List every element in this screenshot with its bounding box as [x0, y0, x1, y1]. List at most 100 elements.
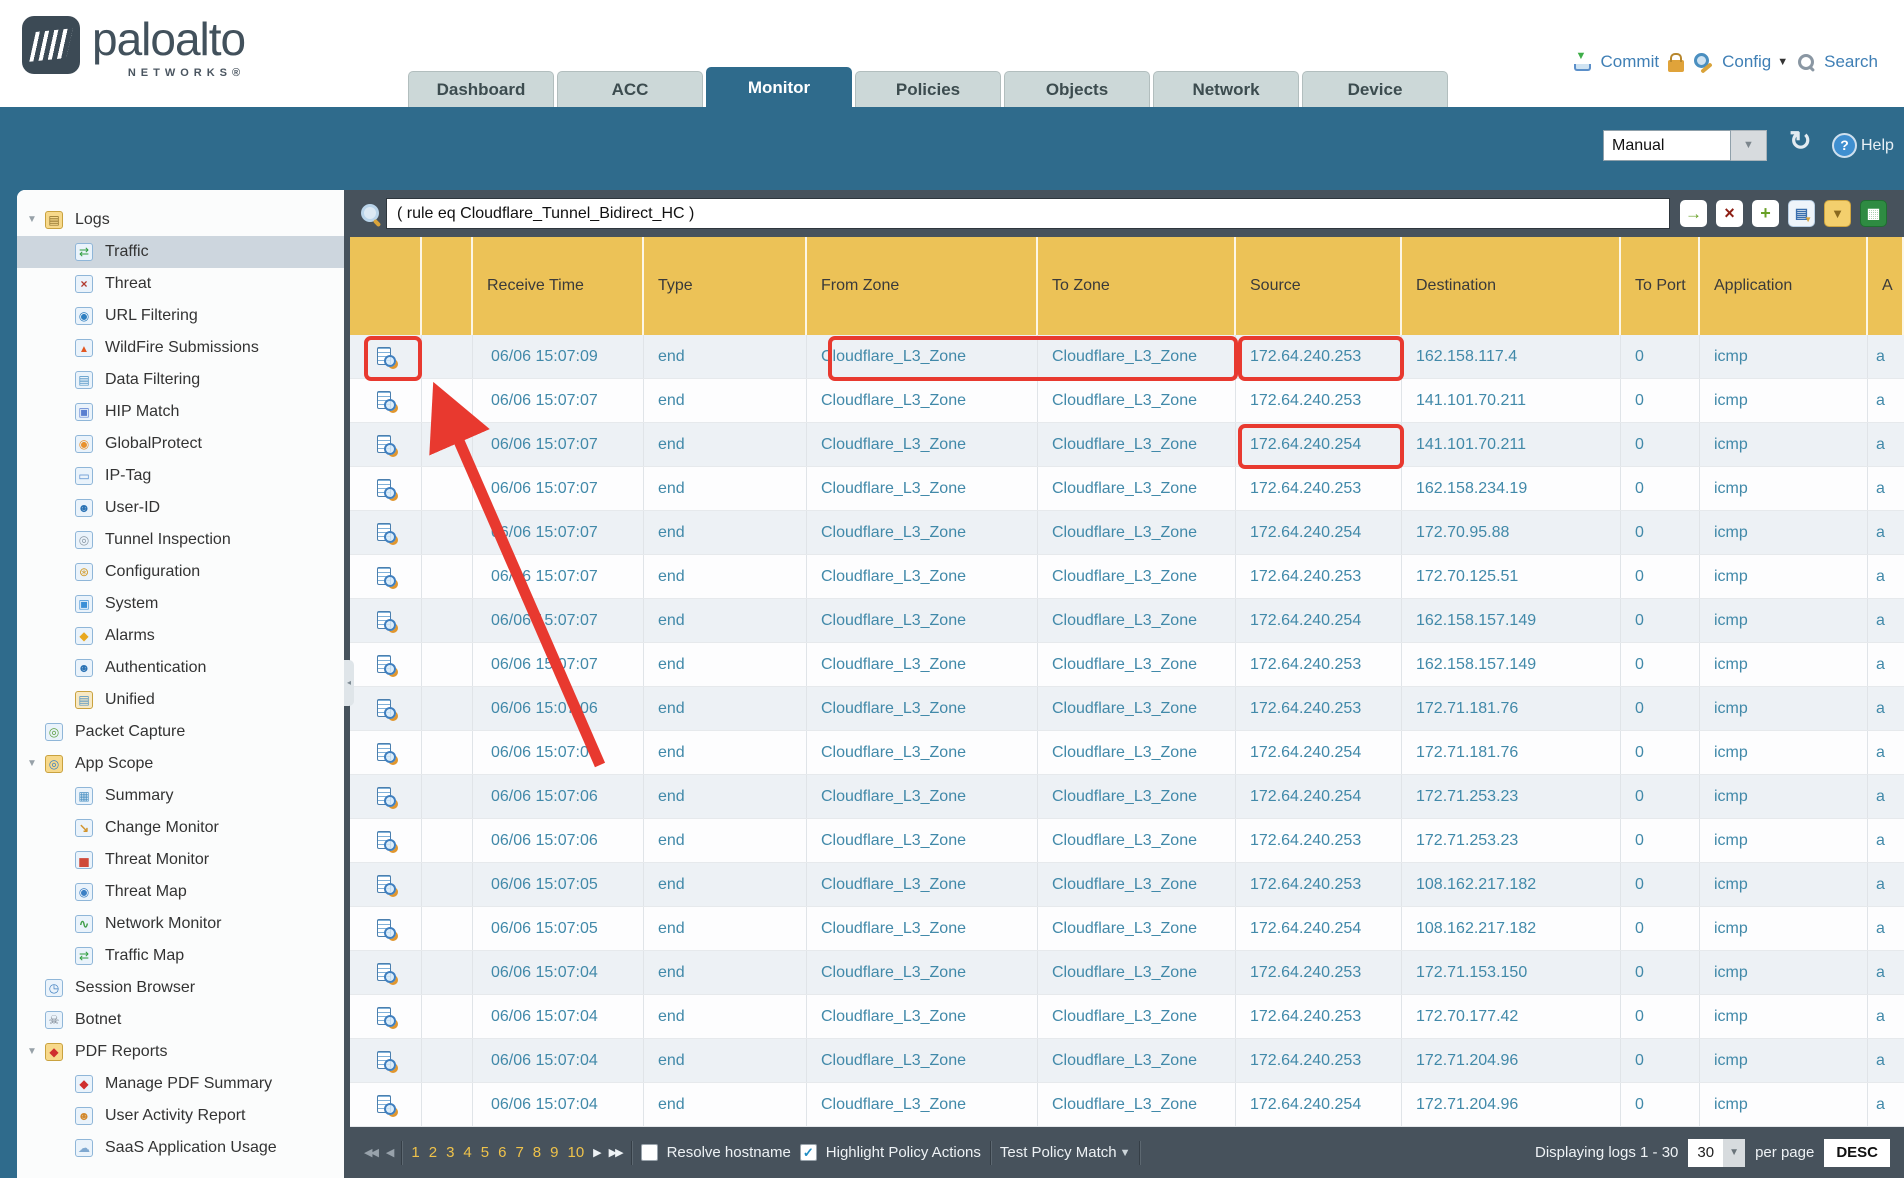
cell-from-zone[interactable]: Cloudflare_L3_Zone	[807, 1039, 1038, 1082]
cell-application[interactable]: icmp	[1700, 379, 1868, 422]
log-detail-icon[interactable]	[376, 479, 396, 499]
page-number[interactable]: 3	[446, 1144, 454, 1161]
log-detail-icon[interactable]	[376, 611, 396, 631]
sidebar-tree-item[interactable]: Threat Monitor	[17, 844, 344, 876]
per-page-select[interactable]: 30 ▼	[1688, 1139, 1745, 1167]
config-link[interactable]: Config	[1722, 52, 1771, 72]
cell-source[interactable]: 172.64.240.253	[1236, 467, 1402, 510]
log-detail-icon[interactable]	[376, 391, 396, 411]
sidebar-tree-item[interactable]: Change Monitor	[17, 812, 344, 844]
sidebar-tree-item[interactable]: Data Filtering	[17, 364, 344, 396]
log-detail-icon[interactable]	[376, 831, 396, 851]
cell-destination[interactable]: 172.71.181.76	[1402, 687, 1621, 730]
cell-to-zone[interactable]: Cloudflare_L3_Zone	[1038, 863, 1236, 906]
cell-from-zone[interactable]: Cloudflare_L3_Zone	[807, 1083, 1038, 1126]
cell-to-zone[interactable]: Cloudflare_L3_Zone	[1038, 599, 1236, 642]
cell-source[interactable]: 172.64.240.253	[1236, 863, 1402, 906]
cell-destination[interactable]: 172.70.125.51	[1402, 555, 1621, 598]
cell-source[interactable]: 172.64.240.253	[1236, 951, 1402, 994]
cell-to-zone[interactable]: Cloudflare_L3_Zone	[1038, 731, 1236, 774]
refresh-interval-value[interactable]: Manual	[1603, 130, 1731, 161]
cell-destination[interactable]: 172.71.253.23	[1402, 775, 1621, 818]
sidebar-tree-item[interactable]: Packet Capture	[17, 716, 344, 748]
cell-destination[interactable]: 172.71.253.23	[1402, 819, 1621, 862]
cell-destination[interactable]: 162.158.157.149	[1402, 599, 1621, 642]
sidebar-tree-item[interactable]: Alarms	[17, 620, 344, 652]
sidebar-tree-item[interactable]: Logs	[17, 204, 344, 236]
add-filter-icon[interactable]	[1752, 200, 1779, 227]
page-number[interactable]: 4	[463, 1144, 471, 1161]
nav-tab[interactable]: Objects	[1004, 71, 1150, 107]
sidebar-tree-item[interactable]: Authentication	[17, 652, 344, 684]
nav-tab[interactable]: Dashboard	[408, 71, 554, 107]
col-type[interactable]: Type	[644, 237, 807, 335]
sidebar-tree-item[interactable]: GlobalProtect	[17, 428, 344, 460]
cell-application[interactable]: icmp	[1700, 775, 1868, 818]
sidebar-tree-item[interactable]: SaaS Application Usage	[17, 1132, 344, 1164]
cell-to-zone[interactable]: Cloudflare_L3_Zone	[1038, 951, 1236, 994]
log-filter-input[interactable]	[386, 198, 1670, 229]
cell-application[interactable]: icmp	[1700, 599, 1868, 642]
log-detail-icon[interactable]	[376, 875, 396, 895]
cell-destination[interactable]: 162.158.117.4	[1402, 335, 1621, 378]
commit-link[interactable]: Commit	[1601, 52, 1660, 72]
cell-source[interactable]: 172.64.240.253	[1236, 1039, 1402, 1082]
cell-from-zone[interactable]: Cloudflare_L3_Zone	[807, 951, 1038, 994]
cell-destination[interactable]: 172.70.95.88	[1402, 511, 1621, 554]
sidebar-tree-item[interactable]: Unified	[17, 684, 344, 716]
cell-source[interactable]: 172.64.240.253	[1236, 555, 1402, 598]
nav-tab[interactable]: Policies	[855, 71, 1001, 107]
page-number[interactable]: 10	[567, 1144, 584, 1161]
log-detail-icon[interactable]	[376, 567, 396, 587]
cell-application[interactable]: icmp	[1700, 687, 1868, 730]
cell-from-zone[interactable]: Cloudflare_L3_Zone	[807, 907, 1038, 950]
refresh-icon[interactable]: ↻	[1789, 126, 1812, 157]
cell-from-zone[interactable]: Cloudflare_L3_Zone	[807, 335, 1038, 378]
cell-application[interactable]: icmp	[1700, 511, 1868, 554]
cell-source[interactable]: 172.64.240.254	[1236, 907, 1402, 950]
cell-source[interactable]: 172.64.240.253	[1236, 819, 1402, 862]
cell-application[interactable]: icmp	[1700, 951, 1868, 994]
cell-application[interactable]: icmp	[1700, 335, 1868, 378]
col-to-port[interactable]: To Port	[1621, 237, 1700, 335]
page-number[interactable]: 8	[533, 1144, 541, 1161]
cell-from-zone[interactable]: Cloudflare_L3_Zone	[807, 995, 1038, 1038]
cell-to-zone[interactable]: Cloudflare_L3_Zone	[1038, 819, 1236, 862]
sidebar-tree-item[interactable]: Summary	[17, 780, 344, 812]
sidebar-tree-item[interactable]: Traffic	[17, 236, 344, 268]
log-detail-icon[interactable]	[376, 743, 396, 763]
col-from-zone[interactable]: From Zone	[807, 237, 1038, 335]
cell-from-zone[interactable]: Cloudflare_L3_Zone	[807, 511, 1038, 554]
sidebar-tree-item[interactable]: Session Browser	[17, 972, 344, 1004]
help-icon[interactable]: ?	[1832, 133, 1857, 158]
cell-to-zone[interactable]: Cloudflare_L3_Zone	[1038, 423, 1236, 466]
cell-from-zone[interactable]: Cloudflare_L3_Zone	[807, 863, 1038, 906]
sidebar-tree-item[interactable]: Network Monitor	[17, 908, 344, 940]
nav-tab[interactable]: Network	[1153, 71, 1299, 107]
col-destination[interactable]: Destination	[1402, 237, 1621, 335]
sidebar-tree-item[interactable]: HIP Match	[17, 396, 344, 428]
search-link[interactable]: Search	[1824, 52, 1878, 72]
page-number[interactable]: 9	[550, 1144, 558, 1161]
col-action-truncated[interactable]: A	[1868, 237, 1904, 335]
cell-destination[interactable]: 172.70.177.42	[1402, 995, 1621, 1038]
cell-from-zone[interactable]: Cloudflare_L3_Zone	[807, 555, 1038, 598]
cell-source[interactable]: 172.64.240.254	[1236, 775, 1402, 818]
sidebar-tree-item[interactable]: System	[17, 588, 344, 620]
log-detail-icon[interactable]	[376, 1095, 396, 1115]
sidebar-tree-item[interactable]: Threat Map	[17, 876, 344, 908]
next-page-button[interactable]: ▶	[593, 1146, 599, 1159]
sidebar-tree-item[interactable]: Manage PDF Summary	[17, 1068, 344, 1100]
sidebar-tree-item[interactable]: Botnet	[17, 1004, 344, 1036]
cell-application[interactable]: icmp	[1700, 643, 1868, 686]
log-detail-icon[interactable]	[376, 1007, 396, 1027]
tree-expander-icon[interactable]	[25, 204, 39, 236]
sidebar-tree-item[interactable]: URL Filtering	[17, 300, 344, 332]
cell-destination[interactable]: 108.162.217.182	[1402, 863, 1621, 906]
cell-source[interactable]: 172.64.240.253	[1236, 643, 1402, 686]
page-number[interactable]: 6	[498, 1144, 506, 1161]
cell-destination[interactable]: 141.101.70.211	[1402, 379, 1621, 422]
cell-from-zone[interactable]: Cloudflare_L3_Zone	[807, 467, 1038, 510]
resolve-hostname-checkbox[interactable]	[641, 1144, 658, 1161]
highlight-policy-checkbox[interactable]	[800, 1144, 817, 1161]
